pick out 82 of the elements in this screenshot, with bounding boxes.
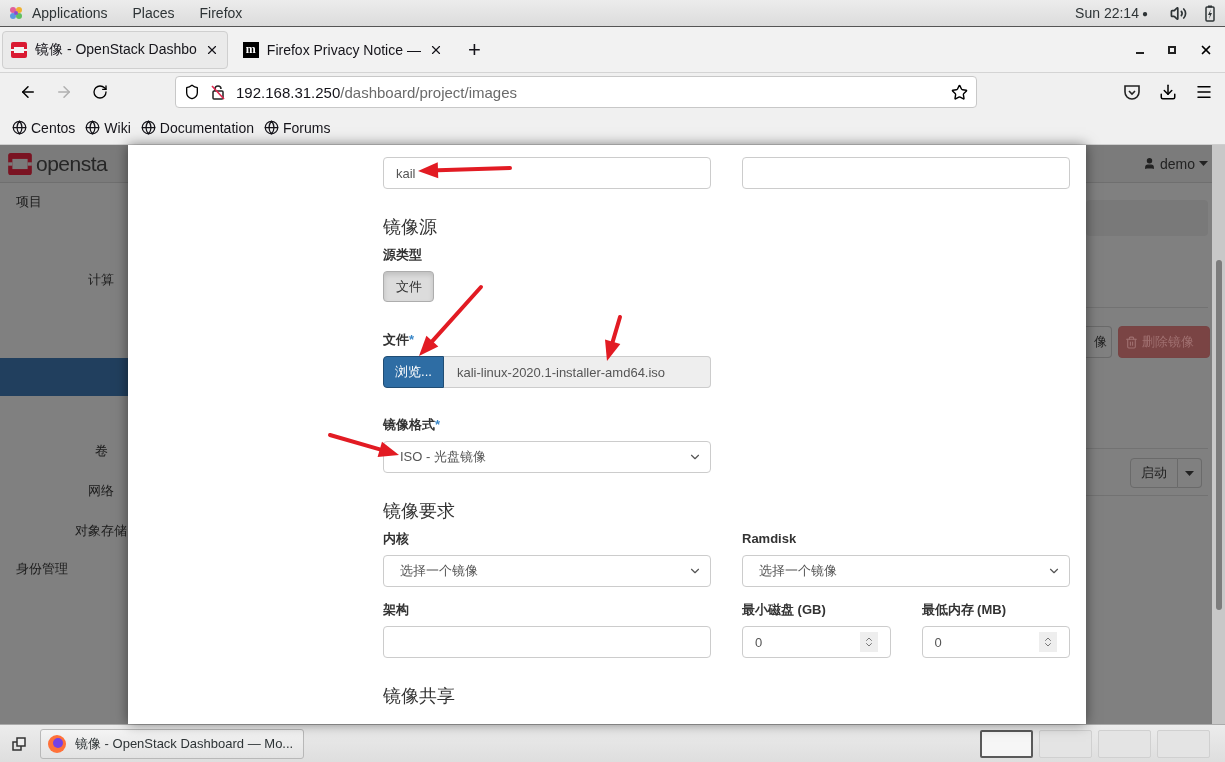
bookmark-star-icon[interactable]	[951, 83, 968, 101]
sidebar-item[interactable]: 网络	[0, 472, 128, 510]
window-list-icon[interactable]	[12, 736, 26, 751]
field-label: 镜像格式*	[383, 417, 442, 433]
field-label: 最低内存 (MB)	[921, 602, 1006, 618]
architecture-field[interactable]	[383, 626, 711, 658]
field-label: 最小磁盘 (GB)	[742, 602, 826, 618]
url-host: 192.168.31.250	[236, 83, 341, 101]
workspace-button[interactable]	[980, 729, 1033, 758]
pocket-icon[interactable]	[1123, 83, 1141, 101]
section-heading: 镜像共享	[383, 685, 456, 707]
ramdisk-select[interactable]: 选择一个镜像	[742, 555, 1070, 587]
sidebar-item[interactable]: 对象存储	[0, 512, 128, 550]
section-heading: 镜像要求	[383, 500, 456, 522]
shield-icon	[184, 84, 200, 100]
top-menu[interactable]: Places	[132, 5, 175, 21]
spinner-icon[interactable]	[1039, 632, 1057, 652]
field-label: Ramdisk	[742, 531, 797, 547]
browser-tab[interactable]: 镜像 - OpenStack Dashbo	[2, 30, 228, 69]
browser-tab[interactable]: m Firefox Privacy Notice —	[233, 30, 452, 69]
taskbar-window-button[interactable]: 镜像 - OpenStack Dashboard — Mo...	[40, 728, 304, 759]
reload-icon[interactable]	[92, 84, 108, 100]
url-path: /dashboard/project/images	[340, 83, 518, 101]
field-label: 架构	[383, 602, 409, 618]
format-select[interactable]: ISO - 光盘镜像	[383, 441, 711, 473]
min-ram-field[interactable]: 0	[921, 626, 1070, 658]
clock[interactable]: Sun 22:14	[1075, 5, 1139, 21]
user-icon	[1142, 157, 1156, 170]
globe-icon	[140, 120, 156, 135]
arrow-annotation	[328, 433, 399, 458]
bookmark-link[interactable]: Wiki	[85, 119, 131, 136]
back-icon[interactable]	[19, 83, 37, 101]
dropdown-button[interactable]	[1178, 458, 1202, 488]
menu-icon[interactable]	[1195, 83, 1213, 101]
launch-button[interactable]: 启动	[1130, 458, 1178, 488]
browse-button[interactable]: 浏览...	[383, 356, 444, 388]
battery-icon[interactable]	[1205, 4, 1215, 22]
page-button[interactable]: 像	[1086, 326, 1112, 358]
name-field[interactable]: kail	[383, 157, 711, 189]
openstack-logo-icon	[8, 152, 32, 175]
firefox-icon	[47, 733, 67, 754]
user-menu[interactable]: demo	[1159, 155, 1195, 172]
globe-icon	[85, 120, 101, 135]
source-type-button[interactable]: 文件	[383, 271, 434, 302]
tab-title: Firefox Privacy Notice —	[266, 41, 421, 58]
tab-title: 镜像 - OpenStack Dashbo	[35, 40, 197, 59]
bookmark-link[interactable]: Centos	[12, 119, 76, 136]
section-heading: 镜像源	[383, 216, 438, 238]
trash-icon	[1125, 335, 1138, 349]
insecure-lock-icon	[210, 84, 226, 100]
sidebar-item[interactable]: 卷	[0, 432, 128, 470]
top-menu[interactable]: Firefox	[199, 5, 243, 21]
maximize-icon[interactable]	[1167, 44, 1177, 55]
caret-icon	[1185, 470, 1194, 476]
min-disk-field[interactable]: 0	[742, 626, 891, 658]
sidebar-item[interactable]: 计算	[0, 261, 128, 299]
caret-icon	[1199, 161, 1208, 166]
url-field[interactable]: 192.168.31.250/dashboard/project/images	[175, 76, 977, 108]
sidebar-item[interactable]: 身份管理	[0, 550, 128, 588]
top-menu[interactable]: Applications	[32, 5, 108, 21]
field-label: 源类型	[383, 247, 423, 263]
volume-icon[interactable]	[1170, 4, 1187, 22]
logo-text: opensta	[36, 151, 108, 176]
site-icon: m	[242, 41, 259, 58]
notification-dot: ●	[1141, 7, 1148, 19]
scrollbar[interactable]	[1212, 145, 1225, 724]
sidebar-item[interactable]: 项目	[0, 183, 128, 221]
download-icon[interactable]	[1159, 83, 1177, 101]
arrow-annotation	[605, 315, 622, 361]
spinner-icon[interactable]	[859, 632, 878, 652]
gnome-foot-icon	[8, 5, 24, 21]
openstack-logo-icon	[11, 41, 27, 58]
description-field[interactable]	[742, 157, 1070, 189]
bookmark-link[interactable]: Forums	[263, 119, 331, 136]
field-label: 文件*	[383, 332, 416, 348]
globe-icon	[263, 120, 279, 135]
globe-icon	[12, 120, 27, 135]
file-name-field[interactable]: kali-linux-2020.1-installer-amd64.iso	[444, 356, 711, 388]
field-label: 内核	[383, 531, 409, 547]
new-tab-button[interactable]: +	[467, 36, 481, 63]
bookmark-link[interactable]: Documentation	[140, 119, 254, 136]
kernel-select[interactable]: 选择一个镜像	[383, 555, 711, 587]
